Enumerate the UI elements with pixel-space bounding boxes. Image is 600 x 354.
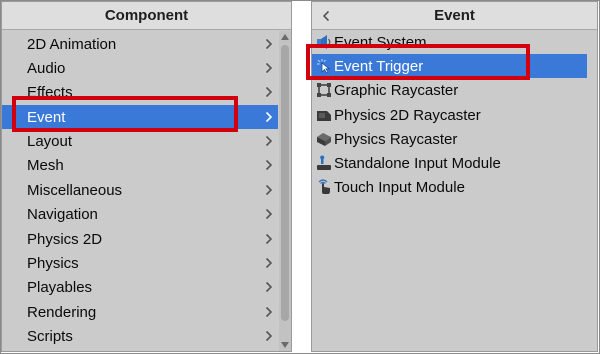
chevron-right-icon xyxy=(264,183,274,197)
menu-item-label: Miscellaneous xyxy=(27,181,123,199)
chevron-right-icon xyxy=(264,61,274,75)
menu-item-playables[interactable]: Playables xyxy=(2,275,278,299)
highlight-box-event-trigger xyxy=(306,44,530,80)
menu-item-miscellaneous[interactable]: Miscellaneous xyxy=(2,178,278,202)
chevron-right-icon xyxy=(264,329,274,343)
menu-item-label: 2D Animation xyxy=(27,35,117,53)
menu-item-label: Mesh xyxy=(27,156,64,174)
physics-raycaster-icon xyxy=(316,131,332,147)
back-arrow-icon[interactable] xyxy=(319,6,333,26)
menu-item-label: Physics Raycaster xyxy=(334,130,458,148)
component-menu: Component 2D Animation Audio Effects Eve… xyxy=(1,1,292,352)
physics-2d-raycaster-icon xyxy=(316,107,332,123)
chevron-right-icon xyxy=(264,158,274,172)
menu-item-mesh[interactable]: Mesh xyxy=(2,153,278,177)
standalone-input-module-icon xyxy=(316,155,332,171)
menu-item-label: Layout xyxy=(27,132,73,150)
menu-item-standalone-input-module[interactable]: Standalone Input Module xyxy=(312,151,587,175)
menu-item-rendering[interactable]: Rendering xyxy=(2,300,278,324)
menu-item-label: Scripts xyxy=(27,327,73,345)
menu-item-label: Standalone Input Module xyxy=(334,154,501,172)
menu-item-label: Audio xyxy=(27,59,66,77)
chevron-right-icon xyxy=(264,110,274,124)
menu-item-physics-raycaster[interactable]: Physics Raycaster xyxy=(312,127,587,151)
scroll-up-icon[interactable] xyxy=(280,33,290,41)
menu-item-layout[interactable]: Layout xyxy=(2,129,278,153)
menu-item-label: Physics 2D xyxy=(27,230,103,248)
event-submenu-header: Event xyxy=(312,2,597,30)
event-submenu-title: Event xyxy=(434,7,475,24)
scroll-down-icon[interactable] xyxy=(280,341,290,349)
menu-item-label: Graphic Raycaster xyxy=(334,81,459,99)
menu-item-scripts[interactable]: Scripts xyxy=(2,324,278,348)
menu-item-label: Physics xyxy=(27,254,79,272)
menu-item-physics-2d[interactable]: Physics 2D xyxy=(2,227,278,251)
chevron-right-icon xyxy=(264,85,274,99)
chevron-right-icon xyxy=(264,207,274,221)
menu-item-label: Navigation xyxy=(27,205,98,223)
graphic-raycaster-icon xyxy=(316,82,332,98)
menu-item-physics-2d-raycaster[interactable]: Physics 2D Raycaster xyxy=(312,103,587,127)
component-menu-title: Component xyxy=(104,7,189,24)
highlight-box-event xyxy=(12,96,238,132)
menu-item-graphic-raycaster[interactable]: Graphic Raycaster xyxy=(312,78,587,102)
chevron-right-icon xyxy=(264,256,274,270)
chevron-right-icon xyxy=(264,134,274,148)
chevron-right-icon xyxy=(264,37,274,51)
touch-input-module-icon xyxy=(316,179,332,195)
menu-item-label: Playables xyxy=(27,278,93,296)
menu-item-label: Rendering xyxy=(27,303,97,321)
menu-item-label: Physics 2D Raycaster xyxy=(334,106,481,124)
menu-item-2d-animation[interactable]: 2D Animation xyxy=(2,32,278,56)
component-menu-header: Component xyxy=(2,2,291,30)
menu-item-audio[interactable]: Audio xyxy=(2,56,278,80)
chevron-right-icon xyxy=(264,232,274,246)
chevron-right-icon xyxy=(264,280,274,294)
menu-item-touch-input-module[interactable]: Touch Input Module xyxy=(312,175,587,199)
menu-item-physics[interactable]: Physics xyxy=(2,251,278,275)
vertical-scrollbar[interactable] xyxy=(279,31,291,351)
menu-item-label: Touch Input Module xyxy=(334,178,465,196)
scrollbar-thumb[interactable] xyxy=(281,45,289,321)
chevron-right-icon xyxy=(264,305,274,319)
menu-item-navigation[interactable]: Navigation xyxy=(2,202,278,226)
